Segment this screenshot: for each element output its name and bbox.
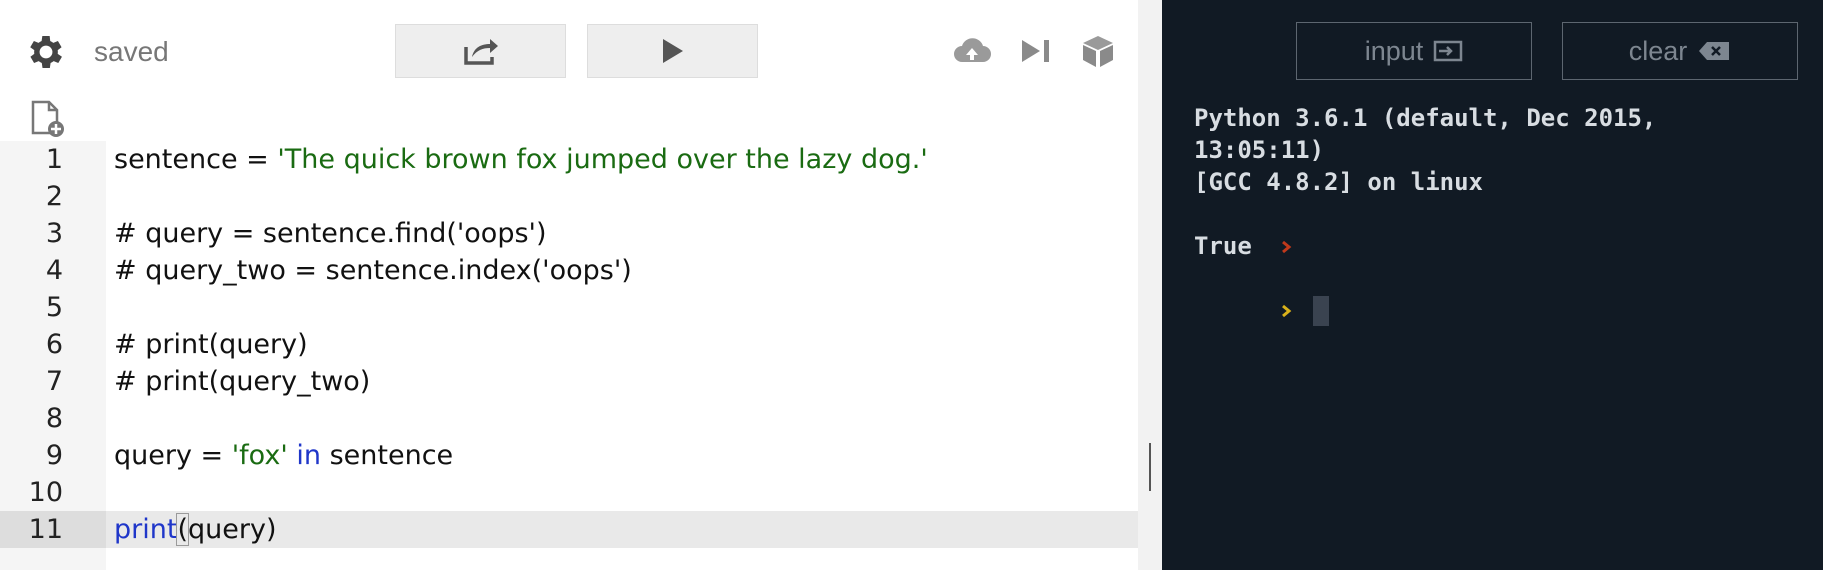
code-line-2[interactable]: 2 (0, 178, 1138, 215)
code-string: 'The quick brown fox jumped over the laz… (277, 144, 928, 175)
code-token: query (188, 514, 266, 545)
input-button[interactable]: input (1296, 22, 1532, 80)
console-input-line[interactable] (1194, 262, 1804, 326)
save-status: saved (94, 36, 169, 67)
backspace-icon (1699, 42, 1730, 60)
code-line-1[interactable]: 1 sentence = 'The quick brown fox jumped… (0, 141, 1138, 178)
input-button-label: input (1364, 35, 1424, 66)
package-icon[interactable] (1078, 34, 1118, 68)
line-number: 5 (45, 292, 63, 323)
code-line-7[interactable]: 7 # print(query_two) (0, 363, 1138, 400)
prompt-yellow-icon (1281, 304, 1292, 318)
line-number: 8 (45, 403, 63, 434)
cloud-upload-icon[interactable] (952, 34, 992, 68)
clear-button[interactable]: clear (1562, 22, 1798, 80)
code-text: sentence = 'The quick brown fox jumped o… (114, 141, 928, 178)
console-line: [GCC 4.8.2] on linux (1194, 168, 1483, 196)
code-line-5[interactable]: 5 (0, 289, 1138, 326)
code-text: print(query) (114, 511, 277, 548)
code-line-3[interactable]: 3 # query = sentence.find('oops') (0, 215, 1138, 252)
code-editor[interactable]: 1 sentence = 'The quick brown fox jumped… (0, 141, 1138, 570)
step-icon[interactable] (1016, 34, 1056, 68)
code-line-6[interactable]: 6 # print(query) (0, 326, 1138, 363)
code-text: query = 'fox' in sentence (114, 437, 453, 474)
clear-button-label: clear (1628, 35, 1688, 66)
code-token: = (237, 144, 278, 175)
line-number: 4 (45, 255, 63, 286)
code-token: sentence (114, 144, 238, 175)
code-token: query (114, 440, 192, 471)
splitter-handle[interactable] (1149, 443, 1151, 491)
code-comment: # query_two = sentence.index('oops') (114, 255, 632, 286)
code-token: ) (265, 514, 277, 545)
code-comment: # query = sentence.find('oops') (114, 218, 547, 249)
code-line-10[interactable]: 10 (0, 474, 1138, 511)
code-line-8[interactable]: 8 (0, 400, 1138, 437)
console-output[interactable]: Python 3.6.1 (default, Dec 2015, 13:05:1… (1194, 102, 1804, 326)
line-number: 9 (45, 440, 63, 471)
code-keyword: in (296, 440, 321, 471)
new-file-icon[interactable] (30, 100, 66, 138)
console-line: 13:05:11) (1194, 136, 1325, 164)
matched-bracket: ( (176, 513, 189, 546)
line-number: 1 (45, 144, 63, 175)
code-token: sentence (329, 440, 454, 471)
code-token: = (191, 440, 232, 471)
line-number: 2 (45, 181, 63, 212)
editor-pane: saved 1 sentence = 'The quick brown fox … (0, 0, 1138, 570)
editor-toolbar: saved (0, 0, 1138, 100)
input-icon (1434, 40, 1463, 62)
line-number: 11 (0, 511, 106, 548)
code-comment: # print(query) (114, 329, 308, 360)
console-line: Python 3.6.1 (default, Dec 2015, (1194, 104, 1657, 132)
pane-splitter[interactable] (1138, 0, 1162, 570)
settings-gear-icon[interactable] (24, 30, 68, 74)
prompt-red-icon (1281, 240, 1292, 254)
console-cursor[interactable] (1312, 296, 1329, 326)
code-keyword: print (114, 514, 178, 545)
code-string: 'fox' (231, 440, 288, 471)
line-number: 6 (45, 329, 63, 360)
console-prompt-line (1194, 198, 1804, 254)
line-number: 3 (45, 218, 63, 249)
run-button[interactable] (587, 24, 758, 78)
code-line-4[interactable]: 4 # query_two = sentence.index('oops') (0, 252, 1138, 289)
share-icon (463, 39, 498, 65)
share-button[interactable] (395, 24, 566, 78)
code-comment: # print(query_two) (114, 366, 371, 397)
console-pane: input clear Python 3.6.1 (default, Dec 2… (1162, 0, 1823, 570)
code-line-9[interactable]: 9 query = 'fox' in sentence (0, 437, 1138, 474)
code-line-11-active[interactable]: 11 print(query) (0, 511, 1138, 548)
line-number: 10 (28, 477, 63, 508)
line-number: 7 (45, 366, 63, 397)
play-icon (662, 39, 683, 63)
